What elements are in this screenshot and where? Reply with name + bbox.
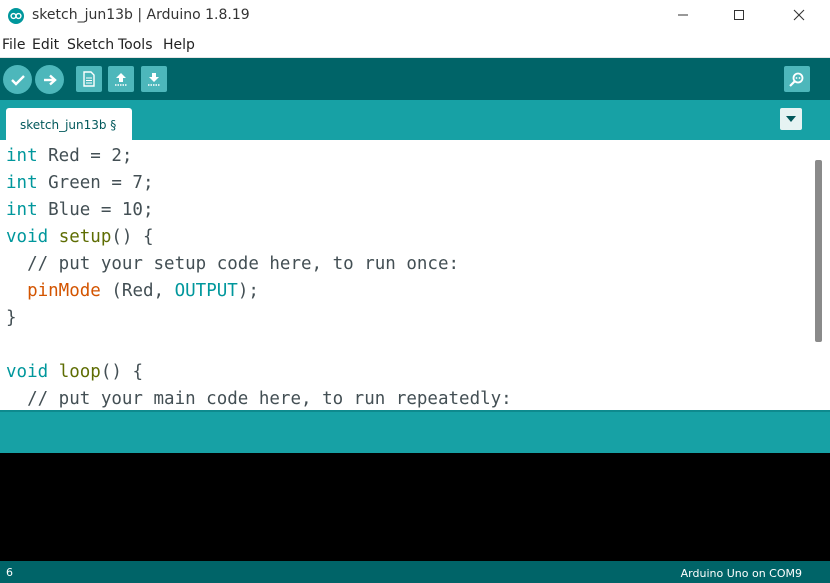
save-sketch-button[interactable] — [141, 66, 167, 92]
menu-bar: File Edit Sketch Tools Help — [0, 32, 830, 58]
open-icon — [115, 73, 127, 86]
code-line[interactable]: int Green = 7; — [6, 170, 154, 197]
code-token: () { — [100, 362, 144, 382]
code-token: void — [6, 362, 49, 382]
code-line[interactable]: int Red = 2; — [6, 143, 132, 170]
title-bar: sketch_jun13b | Arduino 1.8.19 — [0, 0, 830, 32]
toolbar — [0, 58, 830, 100]
board-port-info: Arduino Uno on COM9 — [680, 567, 802, 580]
close-button[interactable] — [770, 0, 828, 30]
tab-label: sketch_jun13b § — [20, 118, 117, 132]
code-token: ); — [237, 281, 259, 301]
arduino-logo-icon — [8, 8, 24, 24]
new-icon — [83, 71, 95, 87]
code-token: (Red, — [100, 281, 175, 301]
code-line[interactable]: pinMode (Red, OUTPUT); — [6, 278, 259, 305]
code-token: Blue = 10; — [37, 200, 154, 220]
tab-menu-button[interactable] — [780, 108, 802, 130]
menu-sketch[interactable]: Sketch — [67, 37, 114, 53]
minimize-button[interactable] — [654, 0, 712, 30]
code-token: // put your setup code here, to run once… — [6, 254, 460, 274]
menu-tools[interactable]: Tools — [118, 37, 153, 53]
code-token: } — [6, 308, 17, 328]
code-token: () { — [111, 227, 154, 247]
code-token: Green = 7; — [37, 173, 154, 193]
console-output[interactable] — [0, 453, 830, 561]
verify-icon — [10, 74, 25, 86]
serial-monitor-button[interactable] — [784, 66, 810, 92]
tab-sketch[interactable]: sketch_jun13b § — [6, 108, 132, 140]
code-token: Red = 2; — [37, 146, 133, 166]
verify-button[interactable] — [3, 65, 32, 94]
new-sketch-button[interactable] — [76, 66, 102, 92]
code-token: loop — [58, 362, 101, 382]
menu-edit[interactable]: Edit — [32, 37, 59, 53]
upload-icon — [43, 74, 57, 85]
code-token: void — [6, 227, 49, 247]
code-line[interactable]: void loop() { — [6, 359, 143, 386]
tab-bar: sketch_jun13b § — [0, 100, 830, 140]
serial-monitor-icon — [789, 72, 804, 87]
code-editor[interactable]: int Red = 2; int Green = 7; int Blue = 10;… — [0, 140, 830, 410]
open-sketch-button[interactable] — [108, 66, 134, 92]
window-title: sketch_jun13b | Arduino 1.8.19 — [32, 7, 250, 23]
line-number: 6 — [6, 566, 13, 579]
save-icon — [148, 73, 160, 86]
code-token: int — [6, 173, 38, 193]
code-line[interactable]: } — [6, 305, 17, 332]
maximize-button[interactable] — [710, 0, 768, 30]
code-token: setup — [58, 227, 112, 247]
code-token: int — [6, 146, 38, 166]
menu-file[interactable]: File — [2, 37, 25, 53]
status-bar: 6 Arduino Uno on COM9 — [0, 561, 830, 583]
code-token: int — [6, 200, 38, 220]
chevron-down-icon — [786, 116, 796, 122]
code-token: // put your main code here, to run repea… — [6, 389, 512, 409]
upload-button[interactable] — [35, 65, 64, 94]
code-line[interactable]: int Blue = 10; — [6, 197, 154, 224]
code-token: pinMode — [27, 281, 101, 301]
code-line[interactable]: void setup() { — [6, 224, 154, 251]
message-area — [0, 410, 830, 453]
code-line[interactable]: // put your setup code here, to run once… — [6, 251, 459, 278]
code-line[interactable]: // put your main code here, to run repea… — [6, 386, 512, 410]
editor-scrollbar-thumb[interactable] — [815, 160, 822, 342]
menu-help[interactable]: Help — [163, 37, 195, 53]
code-token: OUTPUT — [174, 281, 238, 301]
